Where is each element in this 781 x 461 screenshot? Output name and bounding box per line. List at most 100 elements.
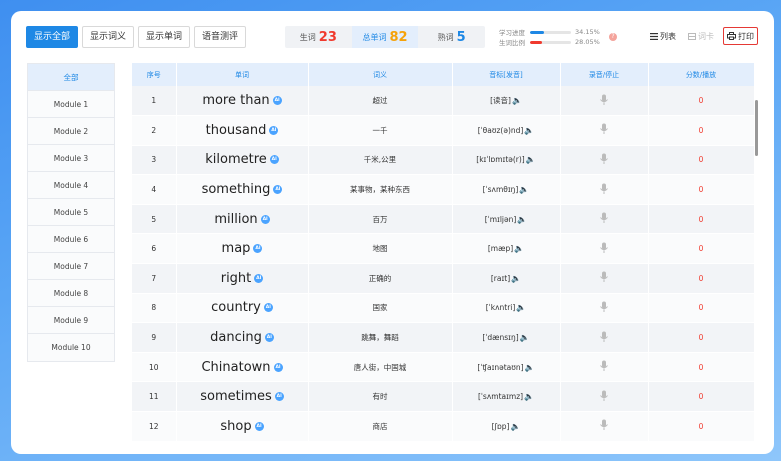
row-score[interactable]: 0 (648, 145, 755, 176)
row-index: 6 (132, 233, 177, 265)
speaker-icon[interactable]: 🔈 (512, 96, 522, 105)
microphone-icon[interactable] (599, 153, 609, 165)
row-record-cell (560, 293, 649, 324)
row-word-cell: more than AI (176, 86, 309, 117)
row-score[interactable]: 0 (648, 293, 755, 324)
ai-badge-icon[interactable]: AI (272, 96, 282, 106)
sidebar-item-module[interactable]: Module 6 (28, 226, 114, 253)
help-icon[interactable]: ? (609, 33, 617, 41)
row-phonetic-cell: [ˈsʌmtaɪmz]🔈 (452, 381, 561, 413)
row-score[interactable]: 0 (648, 233, 755, 265)
total-words-stat[interactable]: 总单词 82 (351, 26, 419, 48)
ai-badge-icon[interactable]: AI (273, 185, 283, 195)
ai-badge-icon[interactable]: AI (254, 421, 264, 431)
header-index: 序号 (132, 63, 177, 86)
sidebar-item-module[interactable]: Module 1 (28, 91, 114, 118)
sidebar-item-module[interactable]: Module 3 (28, 145, 114, 172)
total-words-count: 82 (389, 29, 408, 45)
row-index: 10 (132, 352, 177, 383)
sidebar-item-module[interactable]: Module 2 (28, 118, 114, 145)
table-row: 8 country AI 国家 [ˈkʌntri]🔈 0 (132, 293, 755, 324)
microphone-icon[interactable] (599, 271, 609, 283)
microphone-icon[interactable] (599, 301, 609, 313)
speaker-icon[interactable]: 🔈 (526, 155, 536, 164)
speaker-icon[interactable]: 🔈 (519, 185, 529, 194)
familiar-words-stat[interactable]: 熟词 5 (418, 26, 485, 48)
row-score[interactable]: 0 (648, 322, 755, 353)
row-score[interactable]: 0 (648, 174, 755, 205)
header-word: 单词 (176, 63, 309, 86)
row-phonetic: [ˈsʌmtaɪmz] (477, 392, 524, 402)
microphone-icon[interactable] (599, 419, 609, 431)
sidebar-item-module[interactable]: Module 8 (28, 280, 114, 307)
row-word: something (201, 182, 271, 198)
row-phonetic: [raɪt] (490, 273, 511, 283)
row-word: sometimes (200, 389, 272, 405)
microphone-icon[interactable] (599, 212, 609, 224)
row-score[interactable]: 0 (648, 411, 755, 442)
ai-badge-icon[interactable]: AI (269, 155, 279, 165)
print-button[interactable]: 打印 (723, 27, 758, 45)
ai-badge-icon[interactable]: AI (260, 214, 270, 224)
microphone-icon[interactable] (599, 183, 609, 195)
row-phonetic-cell: [ˈmɪljən]🔈 (452, 204, 561, 235)
printer-icon (727, 32, 736, 40)
speaker-icon[interactable]: 🔈 (524, 392, 534, 401)
row-score[interactable]: 0 (648, 204, 755, 235)
row-meaning: 超过 (308, 86, 453, 117)
row-score[interactable]: 0 (648, 263, 755, 294)
speaker-icon[interactable]: 🔈 (525, 363, 535, 372)
row-score[interactable]: 0 (648, 352, 755, 383)
table-row: 7 right AI 正确的 [raɪt]🔈 0 (132, 263, 755, 294)
speaker-icon[interactable]: 🔈 (510, 422, 520, 431)
ai-badge-icon[interactable]: AI (269, 125, 279, 135)
speaker-icon[interactable]: 🔈 (514, 244, 524, 253)
row-word-cell: thousand AI (176, 115, 309, 146)
sidebar-item-module[interactable]: Module 5 (28, 199, 114, 226)
microphone-icon[interactable] (599, 94, 609, 106)
microphone-icon[interactable] (599, 360, 609, 372)
row-word: country (211, 300, 261, 316)
show-all-button[interactable]: 显示全部 (26, 26, 79, 48)
ai-badge-icon[interactable]: AI (264, 333, 274, 343)
speaker-icon[interactable]: 🔈 (511, 274, 521, 283)
row-word-cell: right AI (176, 263, 309, 294)
sidebar-item-module[interactable]: Module 9 (28, 307, 114, 334)
microphone-icon[interactable] (599, 242, 609, 254)
ai-badge-icon[interactable]: AI (274, 392, 284, 402)
speaker-icon[interactable]: 🔈 (516, 303, 526, 312)
row-record-cell (560, 352, 649, 383)
row-score[interactable]: 0 (648, 115, 755, 146)
row-index: 12 (132, 411, 177, 442)
microphone-icon[interactable] (599, 390, 609, 402)
show-meaning-button[interactable]: 显示词义 (82, 26, 135, 48)
microphone-icon[interactable] (599, 123, 609, 135)
new-words-stat[interactable]: 生词 23 (285, 26, 352, 48)
row-score[interactable]: 0 (648, 86, 755, 117)
ai-badge-icon[interactable]: AI (263, 303, 273, 313)
sidebar-item-module[interactable]: Module 10 (28, 334, 114, 361)
ai-badge-icon[interactable]: AI (254, 273, 264, 283)
row-score[interactable]: 0 (648, 381, 755, 413)
speaker-icon[interactable]: 🔈 (524, 126, 534, 135)
speaker-icon[interactable]: 🔈 (520, 333, 530, 342)
row-phonetic: [读音] (490, 96, 511, 106)
sidebar-item-module[interactable]: Module 7 (28, 253, 114, 280)
voice-eval-button[interactable]: 语音测评 (194, 26, 247, 48)
table-scrollbar[interactable] (755, 100, 758, 156)
speaker-icon[interactable]: 🔈 (517, 215, 527, 224)
sidebar-item-module[interactable]: Module 4 (28, 172, 114, 199)
show-word-button[interactable]: 显示单词 (138, 26, 191, 48)
study-progress-label: 学习进度 (499, 29, 525, 37)
row-word-cell: map AI (176, 233, 309, 265)
ai-badge-icon[interactable]: AI (253, 244, 263, 254)
card-view-button[interactable]: 词卡 (685, 27, 717, 45)
microphone-icon[interactable] (599, 331, 609, 343)
row-index: 8 (132, 293, 177, 324)
row-meaning: 某事物，某种东西 (308, 174, 453, 205)
sidebar-item-all[interactable]: 全部 (28, 64, 114, 91)
list-view-button[interactable]: 列表 (647, 27, 679, 45)
row-word: more than (202, 93, 270, 109)
ai-badge-icon[interactable]: AI (273, 362, 283, 372)
row-word-cell: shop AI (176, 411, 309, 442)
